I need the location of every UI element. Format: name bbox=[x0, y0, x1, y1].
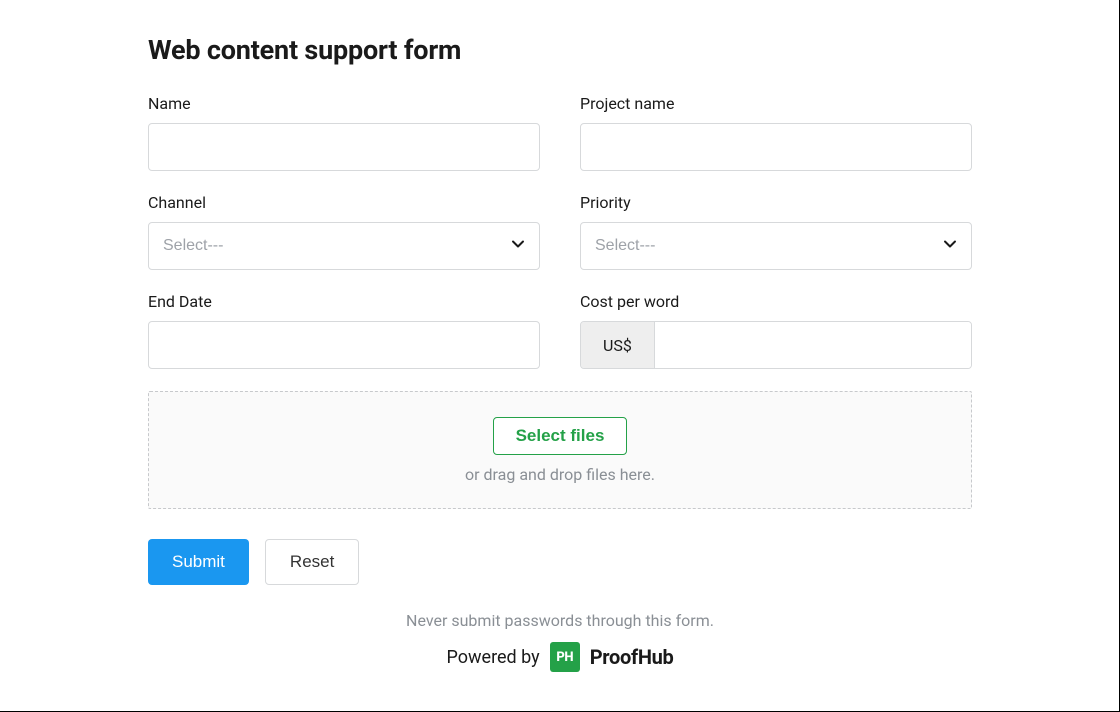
powered-by-text: Powered by bbox=[446, 647, 539, 668]
field-end-date: End Date bbox=[148, 292, 540, 369]
cost-per-word-label: Cost per word bbox=[580, 292, 972, 311]
priority-label: Priority bbox=[580, 193, 972, 212]
reset-button[interactable]: Reset bbox=[265, 539, 359, 585]
field-name: Name bbox=[148, 94, 540, 171]
field-project-name: Project name bbox=[580, 94, 972, 171]
dropzone-hint: or drag and drop files here. bbox=[465, 465, 655, 484]
form-actions: Submit Reset bbox=[148, 539, 972, 585]
proofhub-brand-name: ProofHub bbox=[590, 645, 674, 669]
submit-button[interactable]: Submit bbox=[148, 539, 249, 585]
channel-label: Channel bbox=[148, 193, 540, 212]
page-title: Web content support form bbox=[148, 34, 972, 66]
end-date-input[interactable] bbox=[148, 321, 540, 369]
end-date-label: End Date bbox=[148, 292, 540, 311]
row-2: Channel Priority bbox=[148, 193, 972, 270]
proofhub-logo-icon: PH bbox=[550, 642, 580, 672]
form-footer: Never submit passwords through this form… bbox=[148, 611, 972, 672]
cost-per-word-input[interactable] bbox=[655, 322, 971, 368]
field-channel: Channel bbox=[148, 193, 540, 270]
priority-select[interactable] bbox=[580, 222, 972, 270]
powered-by: Powered by PH ProofHub bbox=[446, 642, 673, 672]
field-cost-per-word: Cost per word US$ bbox=[580, 292, 972, 369]
password-warning: Never submit passwords through this form… bbox=[148, 611, 972, 630]
file-dropzone[interactable]: Select files or drag and drop files here… bbox=[148, 391, 972, 509]
form-container: Web content support form Name Project na… bbox=[0, 0, 1120, 672]
name-input[interactable] bbox=[148, 123, 540, 171]
project-name-label: Project name bbox=[580, 94, 972, 113]
name-label: Name bbox=[148, 94, 540, 113]
channel-select[interactable] bbox=[148, 222, 540, 270]
field-priority: Priority bbox=[580, 193, 972, 270]
select-files-button[interactable]: Select files bbox=[493, 417, 628, 455]
currency-prefix: US$ bbox=[581, 322, 655, 368]
project-name-input[interactable] bbox=[580, 123, 972, 171]
row-3: End Date Cost per word US$ bbox=[148, 292, 972, 369]
row-1: Name Project name bbox=[148, 94, 972, 171]
